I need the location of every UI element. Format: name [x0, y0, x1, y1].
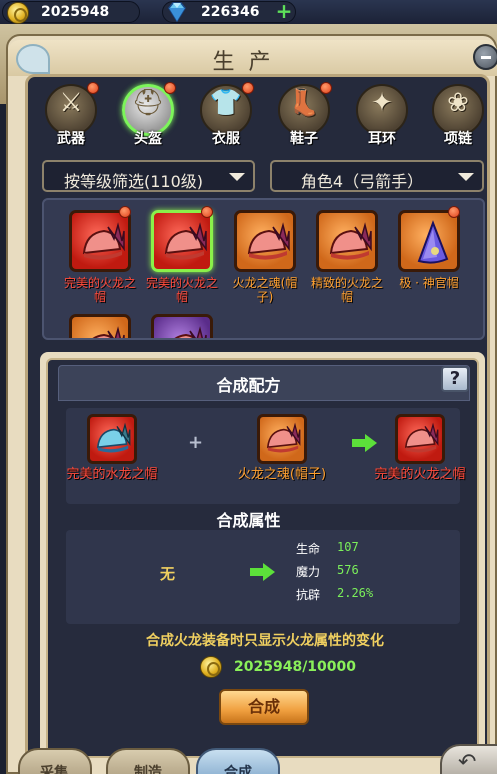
- attributes-before: 无: [160, 565, 176, 583]
- tab-category-3[interactable]: 👢 鞋子: [276, 82, 332, 147]
- water-dragon-hat-icon: [96, 422, 131, 453]
- item-name: 完美的火龙之帽: [145, 276, 218, 304]
- notification-dot-icon: [448, 206, 460, 218]
- add-gems-button[interactable]: +: [275, 1, 293, 21]
- notification-dot-icon: [119, 206, 131, 218]
- help-button[interactable]: ?: [441, 366, 469, 392]
- result-name: 完美的火龙之帽: [374, 467, 466, 482]
- tab-label: 头盔: [134, 131, 162, 147]
- fire-dragon-hat-icon: [266, 422, 301, 453]
- craft-note: 合成火龙装备时只显示火龙属性的变化: [146, 633, 384, 649]
- currency-bar: 2025948 226346 +: [0, 0, 497, 24]
- arrow-right-icon: [250, 563, 276, 581]
- plus-sign: +: [188, 432, 204, 453]
- level-filter-value: 按等级筛选(110级): [63, 172, 204, 191]
- item-slot: [151, 210, 213, 272]
- ingredient-1-slot: [87, 414, 137, 464]
- ingredient-2-name: 火龙之魂(帽子): [237, 467, 327, 482]
- tab-category-2[interactable]: 👕 衣服: [198, 82, 254, 147]
- item-slot: [398, 210, 460, 272]
- notification-dot-icon: [242, 82, 254, 94]
- level-filter-dropdown[interactable]: 按等级筛选(110级): [42, 160, 255, 192]
- bottom-tab-1[interactable]: 制造: [106, 748, 190, 774]
- result-slot: [395, 414, 445, 464]
- fire-dragon-hat-icon: [247, 222, 290, 260]
- stat-value: 576: [337, 563, 359, 577]
- bottom-tab-label: 采集: [40, 765, 68, 774]
- notification-dot-icon: [320, 82, 332, 94]
- bottom-tab-label: 制造: [134, 765, 162, 774]
- character-filter-value: 角色4（弓箭手）: [300, 172, 424, 191]
- attributes-title: 合成属性: [216, 511, 281, 530]
- gold-value: 2025948: [41, 4, 110, 20]
- craft-button[interactable]: 合成: [219, 689, 309, 725]
- tab-category-1[interactable]: ⛑ 头盔: [120, 82, 176, 147]
- gem-value: 226346: [201, 4, 260, 20]
- item-name: 极 · 神官帽: [399, 276, 459, 290]
- gold-coin-icon: [7, 2, 29, 24]
- gem-counter: 226346 +: [162, 1, 296, 23]
- fire-dragon-hat-icon: [164, 222, 207, 260]
- item-grid[interactable]: 完美的火龙之帽 完美的火龙之帽 火龙之魂(帽子) 精致的火龙之帽 极 · 神官帽: [42, 198, 485, 340]
- tab-label: 武器: [57, 131, 85, 147]
- category-glyph-icon: ✦: [371, 88, 393, 118]
- stat-value: 107: [337, 540, 359, 554]
- ingredient-2-slot: [257, 414, 307, 464]
- fire-dragon-hat-icon: [404, 422, 439, 453]
- tab-category-5[interactable]: ❀ 项链: [430, 84, 486, 147]
- chevron-down-icon: [458, 173, 474, 181]
- page-title: 生产: [212, 50, 285, 75]
- bottom-tab-label: 合成: [224, 765, 252, 774]
- tab-label: 鞋子: [290, 131, 318, 147]
- character-filter-dropdown[interactable]: 角色4（弓箭手）: [270, 160, 484, 192]
- diamond-icon: [168, 2, 186, 23]
- recipe-title: 合成配方: [216, 376, 281, 395]
- item-slot: [69, 210, 131, 272]
- gold-counter: 2025948: [2, 1, 140, 24]
- tab-category-0[interactable]: ⚔ 武器: [43, 82, 99, 147]
- arrow-right-icon: [352, 434, 378, 452]
- item-slot: [69, 314, 131, 338]
- gold-coin-icon: [200, 656, 222, 678]
- tab-category-4[interactable]: ✦ 耳环: [354, 84, 410, 147]
- notification-dot-icon: [164, 82, 176, 94]
- hat-icon: [174, 326, 207, 338]
- bottom-tab-0[interactable]: 采集: [18, 748, 128, 774]
- tab-label: 衣服: [212, 131, 240, 147]
- item-slot: [151, 314, 213, 338]
- notification-dot-icon: [87, 82, 99, 94]
- bottom-tab-2[interactable]: 合成: [196, 748, 280, 774]
- priest-hat-icon: [417, 220, 449, 264]
- item-name: 精致的火龙之帽: [310, 276, 383, 304]
- chevron-down-icon: [229, 173, 245, 181]
- stat-label: 生命: [296, 542, 321, 556]
- item-name: 火龙之魂(帽子): [232, 276, 298, 304]
- stat-value: 2.26%: [337, 586, 374, 600]
- stat-label: 抗辟: [296, 588, 321, 602]
- tab-label: 耳环: [368, 131, 396, 147]
- item-slot: [316, 210, 378, 272]
- hat-icon: [92, 326, 125, 338]
- tab-label: 项链: [444, 131, 472, 147]
- ingredient-1-name: 完美的水龙之帽: [66, 467, 158, 482]
- fire-dragon-hat-icon: [329, 222, 372, 260]
- item-slot: [234, 210, 296, 272]
- stat-label: 魔力: [296, 565, 321, 579]
- notification-dot-icon: [201, 206, 213, 218]
- craft-cost: 2025948/10000: [234, 659, 357, 675]
- close-button[interactable]: [473, 44, 497, 70]
- back-button[interactable]: [440, 744, 497, 774]
- fire-dragon-hat-icon: [82, 222, 125, 260]
- category-glyph-icon: ❀: [447, 88, 469, 118]
- item-name: 完美的火龙之帽: [63, 276, 136, 304]
